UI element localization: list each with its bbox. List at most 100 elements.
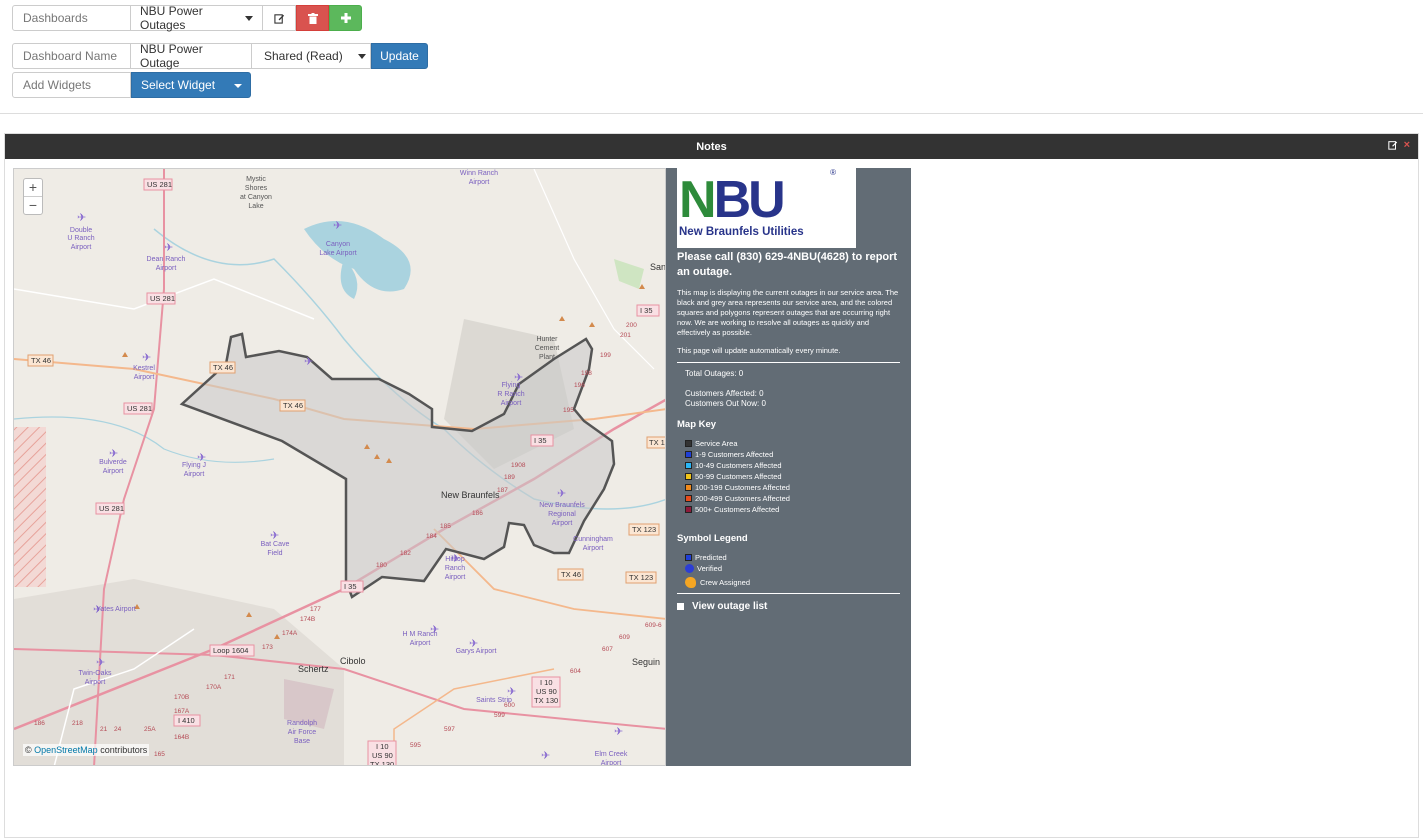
view-outage-list-toggle[interactable]: View outage list xyxy=(677,601,900,612)
svg-text:Airport: Airport xyxy=(601,760,622,766)
svg-text:186: 186 xyxy=(34,720,45,727)
map-key-item: Service Area xyxy=(685,438,900,449)
logo-subtitle: New Braunfels Utilities xyxy=(679,226,804,238)
dashboard-name-input[interactable]: NBU Power Outage xyxy=(131,42,252,70)
hardhat-icon xyxy=(685,577,696,588)
svg-text:TX 130: TX 130 xyxy=(370,760,394,766)
svg-text:Plant: Plant xyxy=(539,354,555,361)
svg-text:I 410: I 410 xyxy=(178,716,195,725)
dashboard-name-label: Dashboard Name xyxy=(12,43,131,69)
svg-text:Mystic: Mystic xyxy=(246,176,266,183)
total-outages: Total Outages: 0 xyxy=(685,369,744,378)
svg-text:1908: 1908 xyxy=(511,462,526,469)
sharing-select-value: Shared (Read) xyxy=(264,49,343,63)
outage-map[interactable]: ✈ ✈ ✈ ✈ ✈ ✈ ✈ ✈ ✈ ✈ ✈ ✈ ✈ ✈ ✈ ✈ ✈ ✈ New Braunfels Sch… xyxy=(13,168,666,766)
chevron-down-icon xyxy=(245,15,253,21)
svg-text:184: 184 xyxy=(426,533,437,540)
svg-text:Yates Airport: Yates Airport xyxy=(96,606,136,613)
trash-icon xyxy=(307,12,318,24)
zoom-out-button[interactable]: − xyxy=(24,197,42,214)
attribution-suffix: contributors xyxy=(100,745,148,755)
customers-out-now: Customers Out Now: 0 xyxy=(685,399,766,408)
svg-text:Airport: Airport xyxy=(410,640,431,647)
svg-text:I 35: I 35 xyxy=(344,582,357,591)
svg-text:Airport: Airport xyxy=(552,520,573,527)
close-icon[interactable]: × xyxy=(1404,140,1410,151)
svg-text:San: San xyxy=(650,262,666,272)
svg-text:US 281: US 281 xyxy=(127,404,152,413)
svg-text:TX 46: TX 46 xyxy=(213,363,233,372)
notes-panel: Notes × ✈ ✈ ✈ ✈ ✈ ✈ ✈ ✈ ✈ ✈ ✈ ✈ ✈ ✈ ✈ ✈ … xyxy=(4,133,1419,838)
svg-text:607: 607 xyxy=(602,646,613,653)
svg-text:R Ranch: R Ranch xyxy=(497,391,524,398)
svg-text:Garys Airport: Garys Airport xyxy=(456,648,497,655)
svg-text:✈: ✈ xyxy=(541,750,550,762)
divider xyxy=(677,362,900,363)
svg-text:Airport: Airport xyxy=(583,545,604,552)
map-key-list: Service Area 1-9 Customers Affected 10-49 … xyxy=(677,438,900,515)
square-icon xyxy=(685,554,692,561)
svg-text:US 281: US 281 xyxy=(150,294,175,303)
dashboards-row: Dashboards NBU Power Outages xyxy=(12,4,362,32)
svg-text:TX 123: TX 123 xyxy=(629,573,653,582)
panel-title: Notes xyxy=(696,140,727,153)
svg-text:Flying J: Flying J xyxy=(182,462,206,469)
map-canvas[interactable]: ✈✈✈✈ ✈✈✈ ✈ ✈✈✈✈ ✈✈✈✈ ✈✈ New Braunfels Sch… xyxy=(14,169,666,766)
svg-text:H M Ranch: H M Ranch xyxy=(402,631,437,638)
svg-text:Lake Airport: Lake Airport xyxy=(319,250,356,257)
delete-dashboard-button[interactable] xyxy=(296,5,329,31)
svg-text:Cement: Cement xyxy=(535,345,560,352)
dashboard-select[interactable]: NBU Power Outages xyxy=(131,4,263,32)
svg-text:187: 187 xyxy=(497,487,508,494)
svg-text:195: 195 xyxy=(563,407,574,414)
svg-text:199: 199 xyxy=(600,352,611,359)
symbol-legend-title: Symbol Legend xyxy=(677,533,748,544)
select-widget-dropdown[interactable]: Select Widget xyxy=(131,72,251,98)
svg-text:171: 171 xyxy=(224,674,235,681)
map-key-label: Service Area xyxy=(695,439,738,448)
svg-text:Airport: Airport xyxy=(71,244,92,251)
svg-text:609: 609 xyxy=(619,634,630,641)
zoom-in-button[interactable]: + xyxy=(24,179,42,197)
svg-text:✈: ✈ xyxy=(142,352,151,364)
add-widgets-label: Add Widgets xyxy=(12,72,131,98)
svg-text:Kestrel: Kestrel xyxy=(133,365,155,372)
svg-text:218: 218 xyxy=(72,720,83,727)
dashboard-name-row: Dashboard Name NBU Power Outage Shared (… xyxy=(12,42,428,70)
symbol-predicted: Predicted xyxy=(685,552,900,563)
crew-label: Crew Assigned xyxy=(700,578,751,587)
sharing-select[interactable]: Shared (Read) xyxy=(252,43,371,69)
svg-text:Bulverde: Bulverde xyxy=(99,459,127,466)
checkbox[interactable] xyxy=(677,603,684,610)
svg-text:Twin-Oaks: Twin-Oaks xyxy=(78,670,112,677)
openstreetmap-link[interactable]: OpenStreetMap xyxy=(34,745,98,755)
svg-text:I 10: I 10 xyxy=(376,742,389,751)
plus-icon xyxy=(340,13,351,23)
edit-icon[interactable] xyxy=(1387,140,1398,150)
logo-letters: NBU xyxy=(679,171,786,229)
edit-icon xyxy=(273,13,284,24)
svg-text:Hilltop: Hilltop xyxy=(445,556,465,563)
add-dashboard-button[interactable] xyxy=(329,5,362,31)
map-key-label: 100-199 Customers Affected xyxy=(695,483,790,492)
svg-text:✈: ✈ xyxy=(614,726,623,738)
svg-text:Cunningham: Cunningham xyxy=(573,536,613,543)
update-button[interactable]: Update xyxy=(371,43,428,69)
dashboard-name-value: NBU Power Outage xyxy=(140,42,203,70)
map-key-label: 10-49 Customers Affected xyxy=(695,461,782,470)
map-key-label: 200-499 Customers Affected xyxy=(695,494,790,503)
svg-text:600: 600 xyxy=(504,702,515,709)
svg-text:198: 198 xyxy=(581,370,592,377)
dashboard-select-value: NBU Power Outages xyxy=(140,4,203,32)
svg-text:Ranch: Ranch xyxy=(445,565,465,572)
svg-text:170A: 170A xyxy=(206,684,222,691)
svg-text:Randolph: Randolph xyxy=(287,720,317,727)
svg-text:New Braunfels: New Braunfels xyxy=(539,502,585,509)
svg-text:✈: ✈ xyxy=(333,220,342,232)
symbol-crew: Crew Assigned xyxy=(685,577,900,588)
svg-text:Loop 1604: Loop 1604 xyxy=(213,646,248,655)
nbu-logo: NBU ® New Braunfels Utilities xyxy=(677,168,856,248)
svg-text:Hunter: Hunter xyxy=(536,336,558,343)
edit-dashboard-button[interactable] xyxy=(263,5,296,31)
svg-text:I 10: I 10 xyxy=(540,678,553,687)
